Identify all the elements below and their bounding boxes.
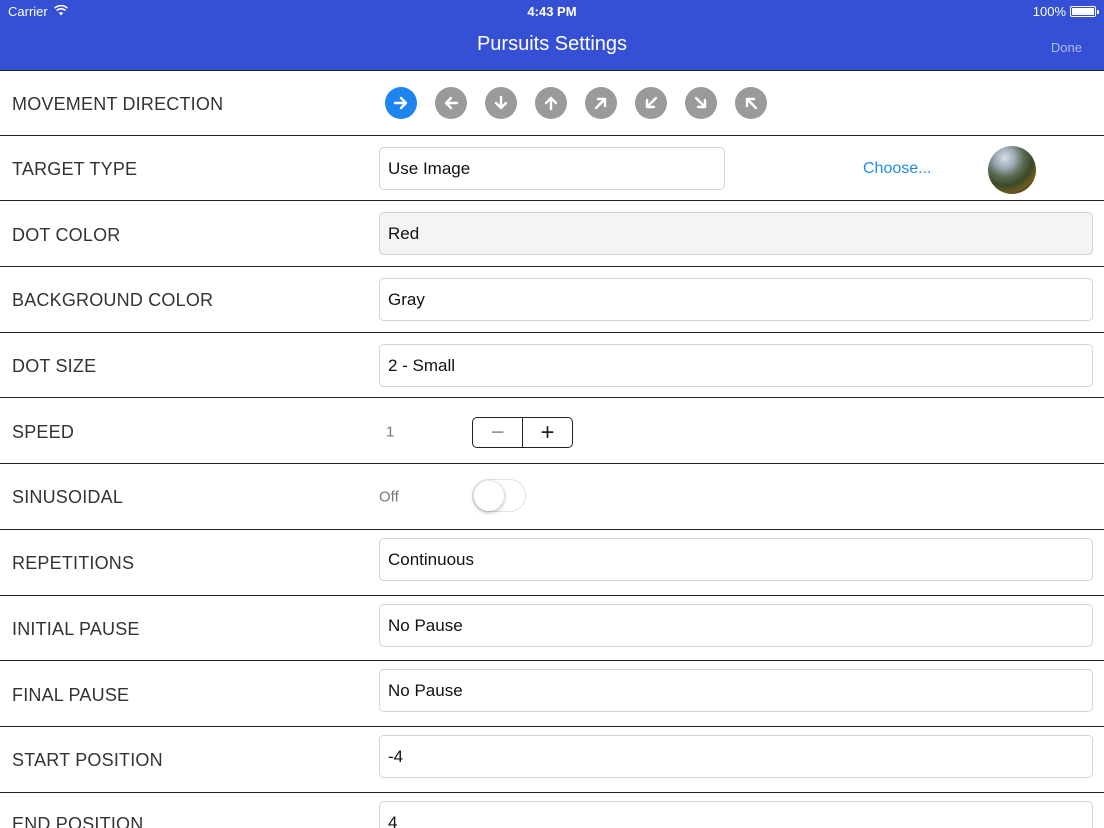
row-label: DOT SIZE: [12, 356, 97, 377]
row-sinusoidal: SINUSOIDAL Off: [0, 464, 1104, 530]
down-right-arrow-icon[interactable]: [685, 87, 717, 119]
up-right-arrow-icon[interactable]: [585, 87, 617, 119]
down-left-arrow-icon[interactable]: [635, 87, 667, 119]
down-arrow-icon[interactable]: [485, 87, 517, 119]
sinusoidal-toggle[interactable]: [472, 479, 526, 513]
row-label: FINAL PAUSE: [12, 684, 130, 705]
status-time: 4:43 PM: [527, 4, 577, 19]
row-target-type: TARGET TYPE Use Image Choose...: [0, 136, 1104, 202]
dot-size-field[interactable]: 2 - Small: [379, 343, 1093, 387]
up-arrow-icon[interactable]: [535, 87, 567, 119]
row-repetitions: REPETITIONS Continuous: [0, 530, 1104, 596]
row-label: END POSITION: [12, 813, 144, 828]
row-final-pause: FINAL PAUSE No Pause: [0, 661, 1104, 727]
speed-value: 1: [386, 423, 395, 441]
target-image-thumbnail[interactable]: [988, 145, 1036, 194]
row-label: SINUSOIDAL: [12, 487, 124, 508]
decrement-button[interactable]: −: [473, 418, 523, 448]
increment-button[interactable]: +: [523, 418, 572, 447]
battery-percent: 100%: [1032, 4, 1066, 19]
navigation-bar: Carrier 4:43 PM 100% Pursuits Settings D…: [0, 0, 1104, 70]
choose-image-link[interactable]: Choose...: [863, 160, 931, 178]
row-movement-direction: MOVEMENT DIRECTION: [0, 70, 1104, 136]
dot-color-field[interactable]: Red: [379, 212, 1093, 256]
background-color-field[interactable]: Gray: [379, 278, 1093, 322]
row-background-color: BACKGROUND COLOR Gray: [0, 267, 1104, 333]
row-label: SPEED: [12, 421, 75, 442]
direction-options: [385, 87, 767, 119]
left-arrow-icon[interactable]: [435, 87, 467, 119]
start-position-field[interactable]: -4: [379, 734, 1093, 778]
page-title: Pursuits Settings: [476, 33, 628, 55]
row-label: BACKGROUND COLOR: [12, 290, 214, 311]
row-initial-pause: INITIAL PAUSE No Pause: [0, 596, 1104, 662]
battery-icon: [1070, 6, 1099, 17]
row-label: TARGET TYPE: [12, 159, 138, 180]
status-bar: Carrier 4:43 PM 100%: [0, 0, 1104, 22]
repetitions-field[interactable]: Continuous: [379, 537, 1093, 581]
row-label: INITIAL PAUSE: [12, 619, 140, 640]
end-position-field[interactable]: 4: [379, 800, 1093, 828]
row-start-position: START POSITION -4: [0, 727, 1104, 793]
row-label: DOT COLOR: [12, 224, 121, 245]
toggle-knob: [474, 481, 504, 512]
final-pause-field[interactable]: No Pause: [379, 669, 1093, 713]
row-dot-color: DOT COLOR Red: [0, 201, 1104, 268]
right-arrow-icon[interactable]: [385, 87, 417, 119]
row-speed: SPEED 1 − +: [0, 398, 1104, 465]
up-left-arrow-icon[interactable]: [735, 87, 767, 119]
row-label: REPETITIONS: [12, 553, 135, 574]
row-dot-size: DOT SIZE 2 - Small: [0, 333, 1104, 399]
speed-stepper: − +: [472, 417, 573, 449]
status-right: 100%: [1032, 4, 1099, 19]
initial-pause-field[interactable]: No Pause: [379, 603, 1093, 647]
sinusoidal-value: Off: [379, 488, 399, 506]
row-label: MOVEMENT DIRECTION: [12, 94, 224, 115]
row-label: START POSITION: [12, 750, 163, 771]
target-type-field[interactable]: Use Image: [379, 146, 725, 190]
done-button[interactable]: Done: [1051, 40, 1082, 55]
row-end-position: END POSITION 4: [0, 793, 1104, 828]
settings-list: MOVEMENT DIRECTION TARGET TYPE Use Image…: [0, 70, 1104, 828]
